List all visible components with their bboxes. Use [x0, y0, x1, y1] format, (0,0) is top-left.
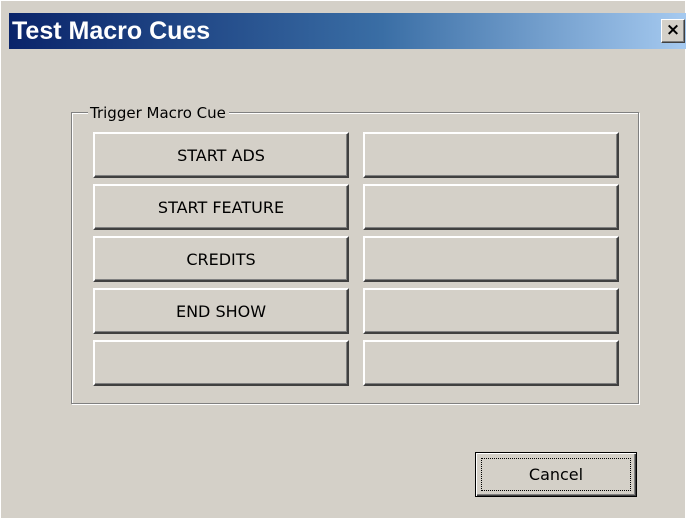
cancel-label: Cancel [528, 465, 584, 484]
cue-button-blank-6[interactable] [363, 340, 619, 386]
close-icon: × [665, 20, 681, 40]
cue-button-credits[interactable]: CREDITS [93, 236, 349, 282]
window-title: Test Macro Cues [12, 17, 211, 45]
cue-button-end-show[interactable]: END SHOW [93, 288, 349, 334]
cue-button-blank-5[interactable] [93, 340, 349, 386]
cue-button-start-feature[interactable]: START FEATURE [93, 184, 349, 230]
cue-button-blank-1[interactable] [363, 132, 619, 178]
title-bar[interactable]: Test Macro Cues × [9, 13, 686, 49]
cue-button-blank-3[interactable] [363, 236, 619, 282]
close-button[interactable]: × [661, 19, 685, 43]
dialog-window: Test Macro Cues × Trigger Macro Cue STAR… [0, 0, 686, 519]
group-label: Trigger Macro Cue [88, 104, 229, 122]
cancel-button[interactable]: Cancel [475, 452, 637, 497]
cue-button-start-ads[interactable]: START ADS [93, 132, 349, 178]
cue-button-blank-2[interactable] [363, 184, 619, 230]
cue-button-blank-4[interactable] [363, 288, 619, 334]
